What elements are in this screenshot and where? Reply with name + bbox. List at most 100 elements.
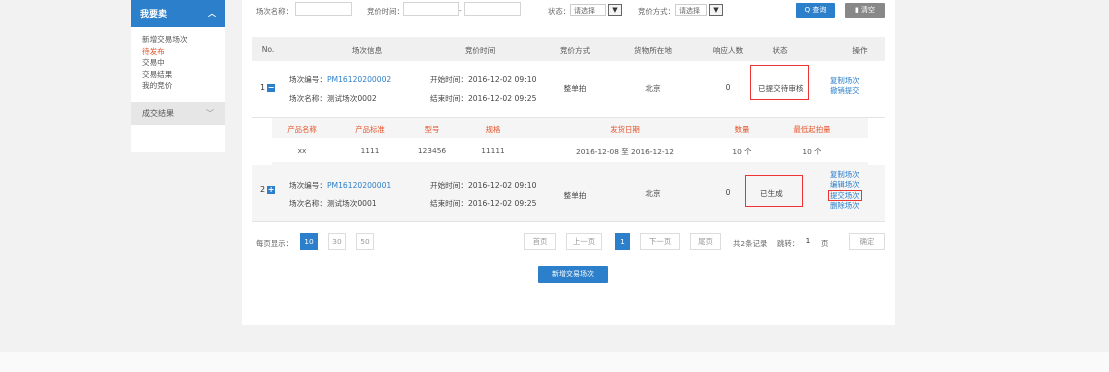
jump-page-input[interactable]: 1	[801, 233, 815, 250]
bid-time-end-input[interactable]	[464, 2, 521, 16]
confirm-jump-button[interactable]: 确定	[849, 233, 885, 250]
sidebar-group-deal-results[interactable]: 成交结果 ﹀	[131, 101, 225, 125]
status-select[interactable]: 请选择	[570, 4, 606, 16]
sub-col-standard: 产品标准	[355, 125, 385, 134]
sub-min-qty: 10 个	[802, 147, 822, 156]
collapse-icon[interactable]: −	[267, 83, 276, 92]
sub-spec: 11111	[481, 146, 505, 155]
session-code-label: 场次编号：	[289, 181, 327, 190]
clear-button[interactable]: ▮ 清空	[845, 3, 885, 18]
page-bottom-band	[0, 352, 1109, 372]
session-code-link[interactable]: PM16120200002	[327, 75, 391, 84]
table-row: 2 + 场次编号：PM16120200001 场次名称：测试场次0001 开始时…	[252, 165, 885, 222]
row-number: 1	[260, 83, 266, 92]
sub-quantity: 10 个	[732, 147, 752, 156]
new-session-button[interactable]: 新增交易场次	[538, 266, 608, 283]
session-code: 场次编号：PM16120200001	[289, 180, 391, 191]
col-session-info: 场次信息	[351, 46, 383, 55]
row-number: 2	[260, 185, 266, 194]
sub-product-name: xx	[297, 146, 307, 155]
page-size-10[interactable]: 10	[300, 233, 318, 250]
last-page-button[interactable]: 尾页	[690, 233, 721, 250]
product-subtable: 产品名称 产品标准 型号 规格 发货日期 数量 最低起拍量 xx 1111 12…	[272, 118, 868, 165]
copy-session-link[interactable]: 复制场次	[830, 170, 862, 180]
sidebar-header-sell[interactable]: 我要卖 ︿	[131, 0, 225, 27]
sub-ship-date: 2016-12-08 至 2016-12-12	[576, 147, 674, 156]
page-size-30[interactable]: 30	[328, 233, 346, 250]
session-name-label: 场次名称：	[256, 7, 293, 16]
bid-method-dropdown-icon[interactable]: ▼	[709, 4, 723, 16]
revoke-submit-link[interactable]: 撤销提交	[830, 86, 860, 96]
clear-button-label: 清空	[861, 6, 876, 14]
bid-method-label: 竞价方式：	[638, 7, 675, 16]
sub-model: 123456	[417, 146, 447, 155]
jump-label: 跳转：	[777, 239, 800, 248]
session-name: 场次名称：测试场次0001	[289, 199, 377, 208]
page-unit-label: 页	[821, 239, 829, 248]
end-time: 结束时间：2016-12-02 09:25	[430, 199, 537, 208]
start-time: 开始时间：2016-12-02 09:10	[430, 181, 537, 190]
col-bid-time: 竞价时间	[464, 46, 496, 55]
row-index: 1 −	[260, 83, 276, 92]
sidebar-item-new-session[interactable]: 新增交易场次	[142, 34, 225, 46]
col-bid-method: 竞价方式	[559, 46, 591, 55]
responder-count: 0	[725, 83, 731, 92]
sub-col-product-name: 产品名称	[287, 125, 317, 134]
range-separator: -	[459, 6, 462, 15]
sub-col-model: 型号	[424, 125, 440, 134]
next-page-button[interactable]: 下一页	[640, 233, 680, 250]
chevron-down-icon: ﹀	[206, 108, 214, 118]
row-actions: 复制场次 撤销提交	[830, 76, 860, 97]
expand-icon[interactable]: +	[267, 185, 276, 194]
bid-method: 整单拍	[563, 84, 587, 93]
session-code-label: 场次编号：	[289, 75, 327, 84]
responder-count: 0	[725, 188, 731, 197]
sidebar-item-pending[interactable]: 待发布	[142, 46, 225, 58]
current-page-button[interactable]: 1	[615, 233, 630, 250]
sub-col-spec: 规格	[485, 125, 501, 134]
chevron-up-icon: ︿	[208, 9, 216, 18]
bid-method-select[interactable]: 请选择	[675, 4, 707, 16]
copy-session-link[interactable]: 复制场次	[830, 76, 860, 86]
sub-col-quantity: 数量	[734, 125, 750, 134]
col-location: 货物所在地	[634, 46, 672, 55]
sub-col-min-qty: 最低起拍量	[793, 125, 831, 134]
sub-standard: 1111	[360, 146, 380, 155]
sidebar: 我要卖 ︿ 新增交易场次 待发布 交易中 交易结果 我的竞价 成交结果 ﹀	[131, 0, 225, 152]
sidebar-item-results[interactable]: 交易结果	[142, 69, 225, 81]
row-actions: 复制场次 编辑场次 提交场次 删除场次	[828, 170, 862, 212]
col-responders: 响应人数	[712, 46, 744, 55]
status-dropdown-icon[interactable]: ▼	[608, 4, 622, 16]
bid-time-start-input[interactable]	[403, 2, 459, 16]
filter-bar: 场次名称： 竞价时间： - 状态： 请选择 ▼ 竞价方式： 请选择 ▼ Q 查询…	[242, 0, 895, 22]
page-size-50[interactable]: 50	[356, 233, 374, 250]
first-page-button[interactable]: 首页	[524, 233, 556, 250]
bid-time-label: 竞价时间：	[367, 7, 404, 16]
status-badge: 已生成	[760, 189, 783, 198]
bid-method: 整单拍	[563, 191, 587, 200]
submit-session-link[interactable]: 提交场次	[828, 189, 862, 201]
delete-session-link[interactable]: 删除场次	[830, 201, 862, 211]
pagination: 每页显示： 10 30 50 首页 上一页 1 下一页 尾页 共2条记录 跳转：…	[242, 233, 895, 253]
sidebar-item-my-bids[interactable]: 我的竞价	[142, 80, 225, 92]
prev-page-button[interactable]: 上一页	[566, 233, 602, 250]
sidebar-item-trading[interactable]: 交易中	[142, 57, 225, 69]
session-name-input[interactable]	[295, 2, 352, 16]
status-badge: 已提交待审核	[758, 84, 804, 93]
sidebar-header-label: 我要卖	[140, 10, 168, 20]
location: 北京	[645, 84, 661, 93]
col-actions: 操作	[852, 46, 868, 55]
session-code-link[interactable]: PM16120200001	[327, 181, 391, 190]
col-no: No.	[261, 45, 275, 54]
query-button[interactable]: Q 查询	[796, 3, 835, 18]
subtable-row: xx 1111 123456 11111 2016-12-08 至 2016-1…	[272, 138, 868, 162]
sidebar-list: 新增交易场次 待发布 交易中 交易结果 我的竞价	[131, 27, 225, 96]
session-name: 场次名称：测试场次0002	[289, 94, 377, 103]
end-time: 结束时间：2016-12-02 09:25	[430, 94, 537, 103]
table-row: 1 − 场次编号：PM16120200002 场次名称：测试场次0002 开始时…	[252, 62, 885, 118]
per-page-label: 每页显示：	[256, 239, 293, 248]
session-code: 场次编号：PM16120200002	[289, 74, 391, 85]
col-status: 状态	[772, 46, 788, 55]
location: 北京	[645, 189, 661, 198]
main-panel: 场次名称： 竞价时间： - 状态： 请选择 ▼ 竞价方式： 请选择 ▼ Q 查询…	[242, 0, 895, 325]
